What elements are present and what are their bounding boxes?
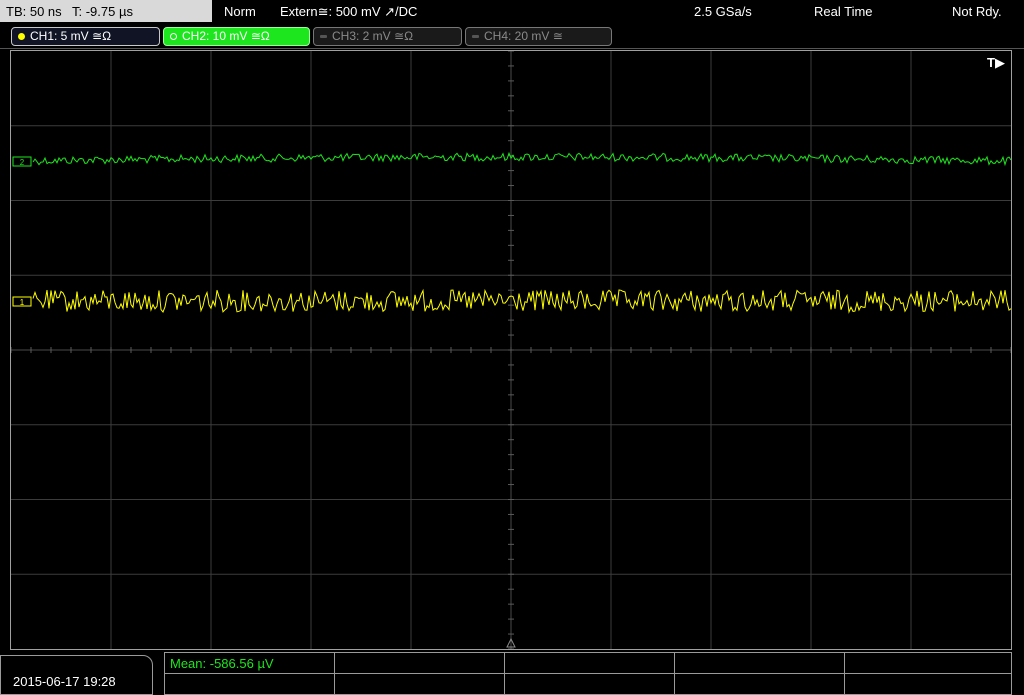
measurement-table: Mean: -586.56 µV [164, 652, 1012, 695]
ch1-offset-label: 1 [20, 298, 25, 307]
ch2-trace [32, 151, 1011, 167]
timebase-box[interactable]: TB: 50 ns T: -9.75 µs [0, 0, 212, 22]
measurement-cell[interactable] [845, 653, 1011, 674]
trigger-position-marker[interactable]: T▶ [987, 55, 1005, 71]
datetime-label: 2015-06-17 19:28 [13, 674, 116, 689]
ch1-label: CH1: 5 mV ≅Ω [30, 29, 112, 43]
channel-2-tab[interactable]: CH2: 10 mV ≅Ω [163, 27, 310, 46]
channel-3-tab[interactable]: CH3: 2 mV ≅Ω [313, 27, 462, 46]
acquisition-state: Not Rdy. [952, 4, 1002, 19]
ch2-label: CH2: 10 mV ≅Ω [182, 29, 270, 43]
ch3-indicator-icon [320, 35, 327, 38]
ch1-trace [32, 288, 1011, 314]
measurement-cell[interactable] [335, 674, 505, 694]
ch4-label: CH4: 20 mV ≅ [484, 29, 563, 43]
ch4-indicator-icon [472, 35, 479, 38]
measurement-cell[interactable] [505, 674, 675, 694]
measurement-cell[interactable] [675, 653, 845, 674]
measurement-cell[interactable] [845, 674, 1011, 694]
waveform-display[interactable]: 21 T▶ [10, 50, 1012, 650]
measurement-cell[interactable] [335, 653, 505, 674]
measurement-cell[interactable] [505, 653, 675, 674]
status-bar: Norm Extern≅: 500 mV ↗/DC 2.5 GSa/s Real… [216, 0, 1024, 22]
measurement-cell[interactable] [675, 674, 845, 694]
ch3-label: CH3: 2 mV ≅Ω [332, 29, 414, 43]
measurement-mean: Mean: -586.56 µV [170, 656, 274, 671]
trigger-time-label[interactable]: T: -9.75 µs [72, 4, 133, 19]
tab-divider [0, 48, 1024, 49]
datetime-box: 2015-06-17 19:28 [0, 655, 153, 695]
ch2-offset-label: 2 [20, 158, 25, 167]
sample-rate: 2.5 GSa/s [694, 4, 752, 19]
trigger-mode[interactable]: Norm [224, 4, 256, 19]
timebase-label[interactable]: TB: 50 ns [6, 4, 62, 19]
measurement-cell[interactable]: Mean: -586.56 µV [165, 653, 335, 674]
trigger-source[interactable]: Extern≅: 500 mV ↗/DC [280, 4, 417, 20]
ch1-indicator-icon [18, 33, 25, 40]
acquisition-mode[interactable]: Real Time [814, 4, 873, 19]
channel-4-tab[interactable]: CH4: 20 mV ≅ [465, 27, 612, 46]
measurement-cell[interactable] [165, 674, 335, 694]
graticule: 21 [11, 51, 1011, 649]
channel-1-tab[interactable]: CH1: 5 mV ≅Ω [11, 27, 160, 46]
ch2-indicator-icon [170, 33, 177, 40]
